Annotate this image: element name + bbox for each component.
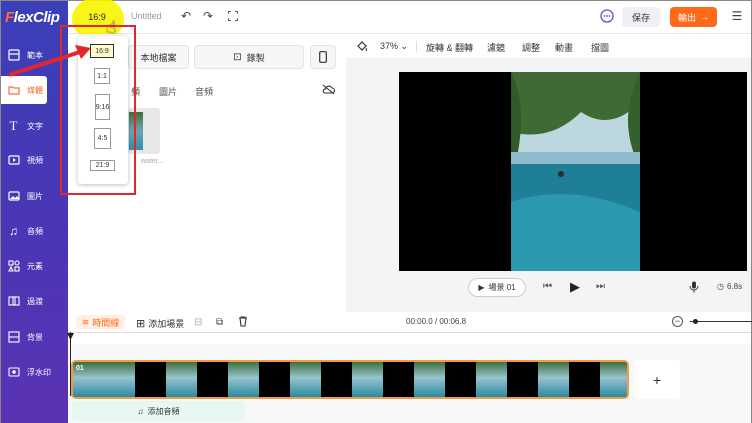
scene-clip[interactable] <box>71 360 629 399</box>
clip-frame <box>290 362 321 397</box>
elements-icon <box>7 260 20 273</box>
sidebar-item-watermark[interactable]: 浮水印 <box>1 358 68 386</box>
project-title[interactable]: Untitled <box>131 11 162 21</box>
clip-frame <box>569 362 600 397</box>
sidebar-item-audio[interactable]: ♫ 音頻 <box>1 217 68 245</box>
sidebar-item-transitions[interactable]: 過渡 <box>1 287 68 315</box>
animation-button[interactable]: 動畫 <box>555 41 573 54</box>
clip-frame <box>352 362 383 397</box>
sidebar-item-text[interactable]: T 文字 <box>1 112 68 140</box>
play-button[interactable]: ▶ <box>570 279 580 295</box>
arrow-right-icon: → <box>700 12 709 22</box>
media-folder-icon <box>7 84 20 97</box>
clip-frame <box>383 362 414 397</box>
add-scene-button[interactable]: ⊞ 添加場景 <box>136 317 184 330</box>
clip-frame <box>259 362 290 397</box>
annotation-highlight-box <box>60 25 136 195</box>
microphone-icon[interactable] <box>689 281 699 296</box>
template-icon <box>7 49 20 62</box>
cloud-off-icon[interactable] <box>322 84 336 98</box>
tab-images[interactable]: 圖片 <box>159 85 177 98</box>
redo-icon[interactable]: ↷ <box>201 9 215 23</box>
export-button[interactable]: 輸出 → <box>670 7 717 27</box>
undo-icon[interactable]: ↶ <box>179 9 193 23</box>
clip-frame <box>414 362 445 397</box>
fullscreen-icon[interactable] <box>226 9 240 23</box>
flexclip-editor: FlexClip 範本 媒體 T 文字 視頻 圖片 ♫ 音頻 元素 過渡 背景 … <box>0 0 752 423</box>
clock-icon: ◷ <box>717 282 724 291</box>
crop-button[interactable]: 擋圖 <box>591 41 609 54</box>
sidebar-item-background[interactable]: 背景 <box>1 323 68 351</box>
clip-frame <box>166 362 197 397</box>
sidebar-item-templates[interactable]: 範本 <box>1 41 68 69</box>
zoom-slider-handle[interactable] <box>693 319 698 324</box>
sidebar-item-image[interactable]: 圖片 <box>1 182 68 210</box>
zoom-select[interactable]: 37% ⌄ <box>380 41 408 52</box>
clip-frame <box>104 362 135 397</box>
trash-icon[interactable] <box>238 316 248 330</box>
add-scene-plus-button[interactable]: + <box>634 360 680 399</box>
clip-frame <box>476 362 507 397</box>
toolbar-divider <box>416 41 417 52</box>
save-button[interactable]: 保存 <box>622 7 660 27</box>
watermark-icon <box>7 366 20 379</box>
clip-number: 01 <box>76 365 84 372</box>
menu-icon[interactable]: ☰ <box>730 9 744 23</box>
clip-frame <box>321 362 352 397</box>
clip-frame <box>228 362 259 397</box>
clip-frame <box>135 362 166 397</box>
record-icon: ⊡ <box>233 51 242 63</box>
sidebar-item-elements[interactable]: 元素 <box>1 252 68 280</box>
record-button[interactable]: ⊡ 錄製 <box>194 45 304 69</box>
clip-frame <box>197 362 228 397</box>
transition-icon <box>7 295 20 308</box>
clip-frame <box>445 362 476 397</box>
mobile-icon <box>319 51 327 63</box>
media-thumbnail-caption: water... <box>141 158 164 165</box>
chevron-down-icon: ⌄ <box>400 41 409 51</box>
top-bar: 16:9 Untitled ↶ ↷ 保存 輸出 → ☰ <box>68 0 751 41</box>
scene-duration[interactable]: ◷ 6.8s <box>717 282 742 291</box>
split-icon[interactable]: ⊟ <box>194 317 202 328</box>
plus-icon: + <box>652 371 662 388</box>
timeline-header: ≋ 時間線 ⊞ 添加場景 ⊟ ⧉ 00:00.0 / 00:06.8 − <box>68 312 752 332</box>
background-icon <box>7 331 20 344</box>
scene-photo[interactable] <box>511 72 640 271</box>
music-icon: ♫ <box>9 224 18 238</box>
timeline-ruler[interactable] <box>68 332 751 344</box>
tab-audio[interactable]: 音頻 <box>195 85 213 98</box>
sidebar-item-media[interactable]: 媒體 <box>1 76 47 104</box>
sidebar: FlexClip 範本 媒體 T 文字 視頻 圖片 ♫ 音頻 元素 過渡 背景 … <box>1 1 68 423</box>
video-icon <box>7 154 20 167</box>
zoom-slider[interactable] <box>690 321 752 322</box>
local-files-button[interactable]: 本地檔案 <box>128 45 189 69</box>
filter-button[interactable]: 濾鏡 <box>487 41 505 54</box>
clip-frame <box>538 362 569 397</box>
image-icon <box>7 190 20 203</box>
music-note-icon: ♫ <box>137 406 144 416</box>
previous-scene-icon[interactable]: ⏮ <box>543 281 552 292</box>
clip-frame <box>507 362 538 397</box>
scene-selector[interactable]: ▶ 場景 01 <box>468 278 526 297</box>
plus-square-icon: ⊞ <box>136 318 146 330</box>
adjust-button[interactable]: 調整 <box>522 41 540 54</box>
duplicate-icon[interactable]: ⧉ <box>216 317 223 328</box>
mobile-button[interactable] <box>310 45 336 69</box>
add-audio-track[interactable]: ♫ 添加音頻 <box>72 401 245 421</box>
sidebar-item-video[interactable]: 視頻 <box>1 146 68 174</box>
rotate-flip-button[interactable]: 旋轉 & 翻轉 <box>426 41 473 54</box>
layers-icon: ≋ <box>81 316 90 327</box>
preview-toolbar: 37% ⌄ 旋轉 & 翻轉 濾鏡 調整 動畫 擋圖 <box>346 34 751 58</box>
play-icon: ▶ <box>478 283 485 292</box>
next-scene-icon[interactable]: ⏭ <box>596 281 605 292</box>
flexclip-logo[interactable]: FlexClip <box>5 9 60 26</box>
chat-icon[interactable] <box>600 9 614 23</box>
fill-bucket-icon[interactable] <box>356 40 368 55</box>
timeline-time: 00:00.0 / 00:06.8 <box>406 317 467 326</box>
text-icon: T <box>9 118 18 133</box>
timeline-tab[interactable]: ≋ 時間線 <box>76 315 125 329</box>
clip-frame <box>600 362 627 397</box>
zoom-out-icon[interactable]: − <box>672 316 683 327</box>
